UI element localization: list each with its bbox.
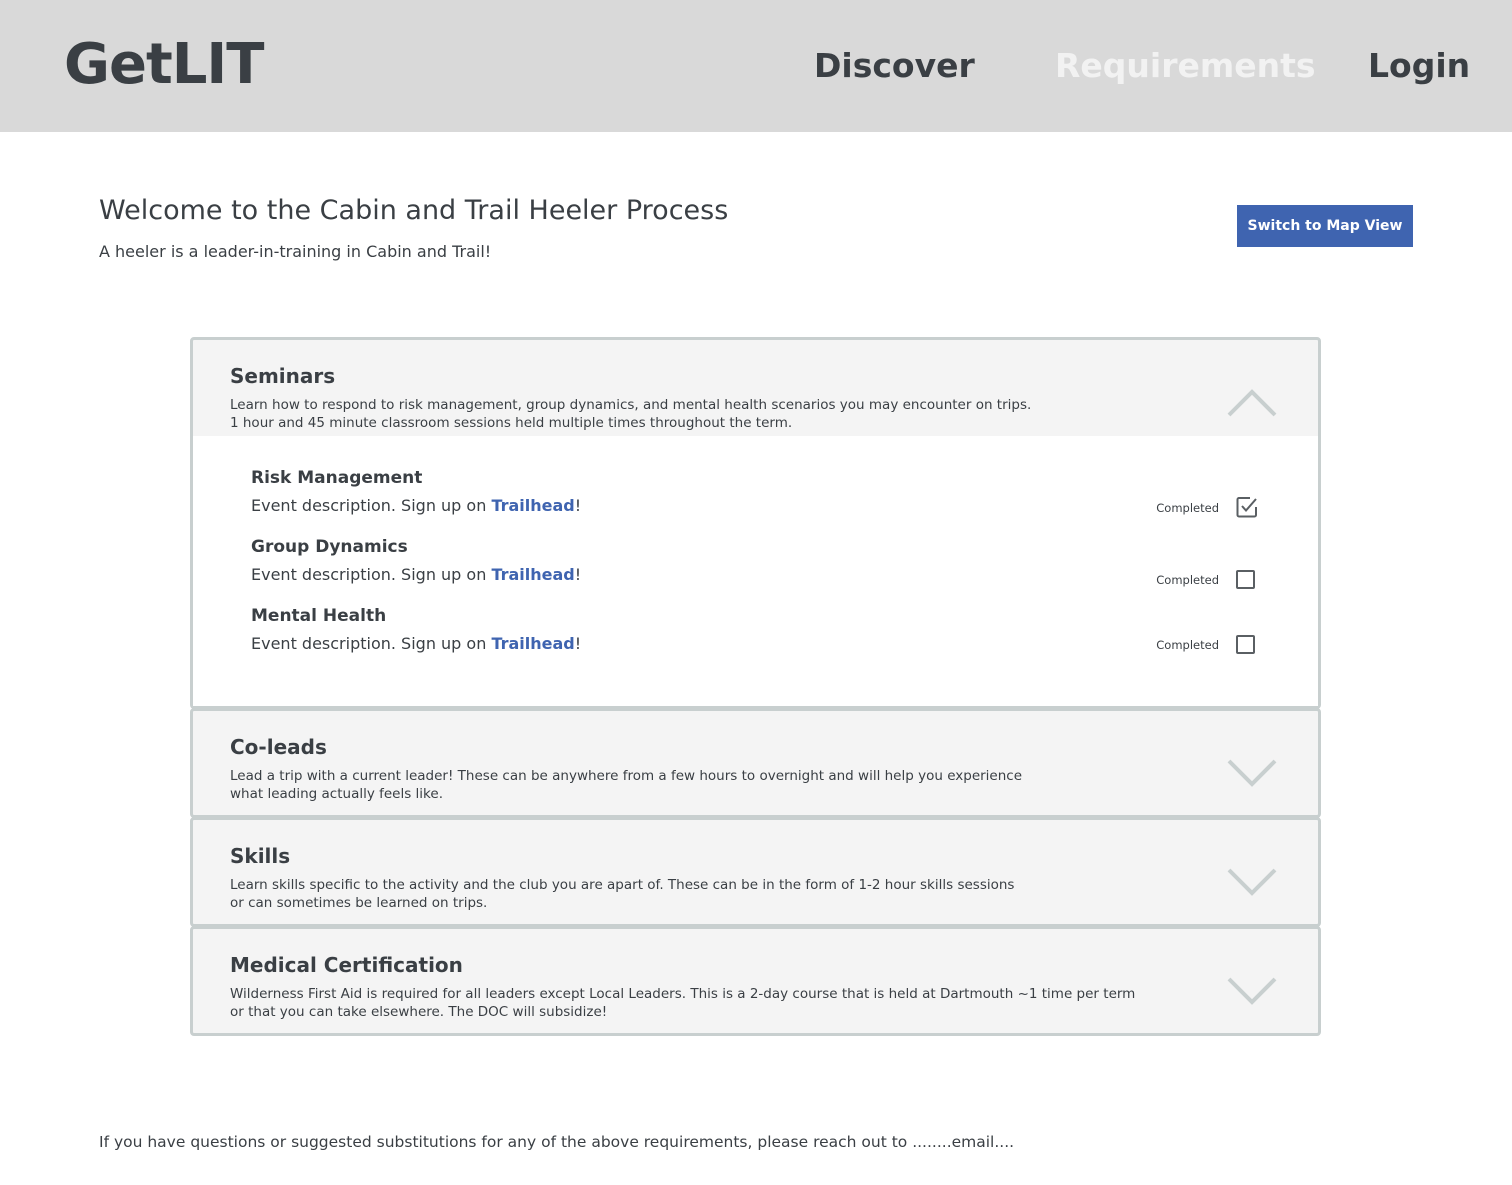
chevron-down-icon[interactable]: [1226, 976, 1278, 1006]
nav-requirements[interactable]: Requirements: [1055, 46, 1316, 85]
event-description: Event description. Sign up on Trailhead!: [251, 565, 1261, 584]
event-mental-health: Mental Health Event description. Sign up…: [251, 606, 1261, 666]
event-description-text: Event description. Sign up on: [251, 634, 492, 653]
section-description-line: 1 hour and 45 minute classroom sessions …: [230, 415, 793, 431]
completed-checkbox[interactable]: [1236, 570, 1255, 589]
section-description: Learn how to respond to risk management,…: [230, 396, 1150, 432]
section-description-line: Wilderness First Aid is required for all…: [230, 986, 1136, 1002]
completed-checkbox-checked[interactable]: [1236, 496, 1257, 518]
trailhead-link[interactable]: Trailhead: [491, 634, 574, 653]
section-header-co-leads[interactable]: Co-leads Lead a trip with a current lead…: [193, 711, 1318, 815]
section-skills: Skills Learn skills specific to the acti…: [190, 817, 1321, 927]
section-title: Medical Certification: [230, 953, 463, 977]
section-description: Wilderness First Aid is required for all…: [230, 985, 1230, 1021]
event-description-suffix: !: [574, 565, 582, 584]
event-title: Mental Health: [251, 606, 387, 626]
event-description-text: Event description. Sign up on: [251, 496, 492, 515]
trailhead-link[interactable]: Trailhead: [491, 496, 574, 515]
section-description: Learn skills specific to the activity an…: [230, 876, 1150, 912]
completed-label: Completed: [1156, 573, 1219, 587]
chevron-up-icon[interactable]: [1226, 388, 1278, 418]
switch-to-map-view-button[interactable]: Switch to Map View: [1237, 205, 1413, 247]
nav-login[interactable]: Login: [1368, 46, 1470, 85]
section-description-line: or that you can take elsewhere. The DOC …: [230, 1004, 608, 1020]
completed-label: Completed: [1156, 501, 1219, 515]
section-title: Co-leads: [230, 735, 327, 759]
event-description-text: Event description. Sign up on: [251, 565, 492, 584]
trailhead-link[interactable]: Trailhead: [491, 565, 574, 584]
event-risk-management: Risk Management Event description. Sign …: [251, 468, 1261, 528]
section-description-line: Learn skills specific to the activity an…: [230, 877, 1015, 893]
section-description-line: Lead a trip with a current leader! These…: [230, 768, 1023, 784]
section-header-skills[interactable]: Skills Learn skills specific to the acti…: [193, 820, 1318, 924]
requirements-accordion: Seminars Learn how to respond to risk ma…: [190, 337, 1321, 1036]
event-description: Event description. Sign up on Trailhead!: [251, 496, 1261, 515]
section-title: Seminars: [230, 364, 336, 388]
event-title: Group Dynamics: [251, 537, 408, 557]
app-logo[interactable]: GetLIT: [64, 32, 264, 97]
completed-label: Completed: [1156, 638, 1219, 652]
section-description-line: Learn how to respond to risk management,…: [230, 397, 1032, 413]
checkbox-checked-icon: [1236, 497, 1257, 518]
section-header-seminars[interactable]: Seminars Learn how to respond to risk ma…: [193, 340, 1318, 436]
event-description-suffix: !: [574, 634, 582, 653]
section-co-leads: Co-leads Lead a trip with a current lead…: [190, 708, 1321, 818]
section-medical-certification: Medical Certification Wilderness First A…: [190, 926, 1321, 1036]
section-description: Lead a trip with a current leader! These…: [230, 767, 1150, 803]
event-description: Event description. Sign up on Trailhead!: [251, 634, 1261, 653]
event-group-dynamics: Group Dynamics Event description. Sign u…: [251, 537, 1261, 597]
section-seminars: Seminars Learn how to respond to risk ma…: [190, 337, 1321, 709]
page-subtitle: A heeler is a leader-in-training in Cabi…: [99, 242, 492, 261]
page-title: Welcome to the Cabin and Trail Heeler Pr…: [99, 195, 729, 226]
event-description-suffix: !: [574, 496, 582, 515]
top-navigation-bar: GetLIT Discover Requirements Login: [0, 0, 1512, 132]
footer-contact-note: If you have questions or suggested subst…: [99, 1133, 1015, 1151]
section-body-seminars: Risk Management Event description. Sign …: [193, 436, 1318, 706]
chevron-down-icon[interactable]: [1226, 867, 1278, 897]
completed-checkbox[interactable]: [1236, 635, 1255, 654]
section-header-medical-certification[interactable]: Medical Certification Wilderness First A…: [193, 929, 1318, 1033]
nav-discover[interactable]: Discover: [814, 46, 975, 85]
chevron-down-icon[interactable]: [1226, 758, 1278, 788]
section-title: Skills: [230, 844, 291, 868]
section-description-line: or can sometimes be learned on trips.: [230, 895, 488, 911]
section-description-line: what leading actually feels like.: [230, 786, 443, 802]
event-title: Risk Management: [251, 468, 423, 488]
